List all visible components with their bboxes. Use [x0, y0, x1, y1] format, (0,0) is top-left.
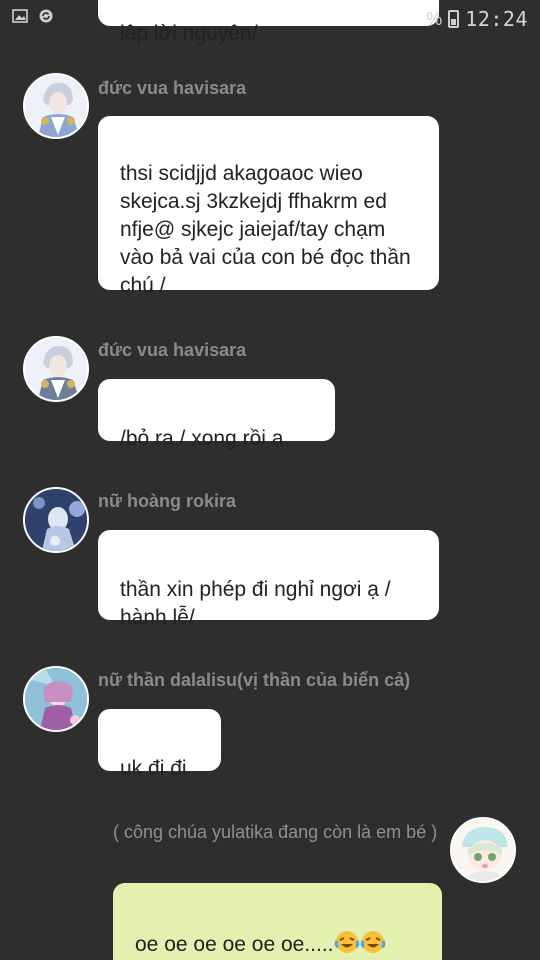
message-text: oe oe oe oe oe oe..... — [135, 933, 334, 956]
message-text: /bỏ ra / xong rồi ạ — [120, 427, 284, 450]
sync-icon — [39, 9, 53, 23]
avatar[interactable] — [23, 336, 89, 402]
message-bubble[interactable]: /bỏ ra / xong rồi ạ — [98, 379, 335, 450]
message-text: thsi scidjjd akagoaoc wieo skejca.sj 3kz… — [120, 162, 411, 297]
sender-name: đức vua havisara — [98, 340, 247, 360]
battery-percent-sign: % — [426, 8, 443, 29]
image-icon — [12, 9, 28, 23]
crying-laughing-emoji-icon — [334, 929, 360, 960]
message-text: uk đi đi — [120, 757, 187, 780]
battery-icon — [448, 10, 460, 28]
avatar[interactable] — [23, 487, 89, 553]
message-bubble[interactable]: thsi scidjjd akagoaoc wieo skejca.sj 3kz… — [98, 116, 439, 297]
avatar-image — [25, 338, 87, 400]
my-message-bubble[interactable]: oe oe oe oe oe oe..... — [113, 883, 442, 960]
message-bubble[interactable]: thần xin phép đi nghỉ ngơi ạ / hành lễ/ — [98, 530, 439, 629]
avatar-image — [25, 489, 87, 551]
avatar-image — [25, 75, 87, 137]
sender-name: đức vua havisara — [98, 78, 247, 98]
sender-name: ( công chúa yulatika đang còn là em bé ) — [113, 822, 438, 842]
message-text: thần xin phép đi nghỉ ngơi ạ / hành lễ/ — [120, 578, 391, 629]
message-bubble[interactable]: uk đi đi — [98, 709, 221, 780]
status-bar: % 12:24 — [0, 0, 540, 36]
avatar[interactable] — [450, 817, 516, 883]
avatar[interactable] — [23, 666, 89, 732]
avatar-image — [25, 668, 87, 730]
status-time: 12:24 — [465, 7, 528, 31]
crying-laughing-emoji-icon — [360, 929, 386, 960]
sender-name: nữ hoàng rokira — [98, 491, 237, 511]
avatar-image — [452, 819, 514, 881]
avatar[interactable] — [23, 73, 89, 139]
sender-name: nữ thần dalalisu(vị thần của biển cả) — [98, 670, 411, 690]
